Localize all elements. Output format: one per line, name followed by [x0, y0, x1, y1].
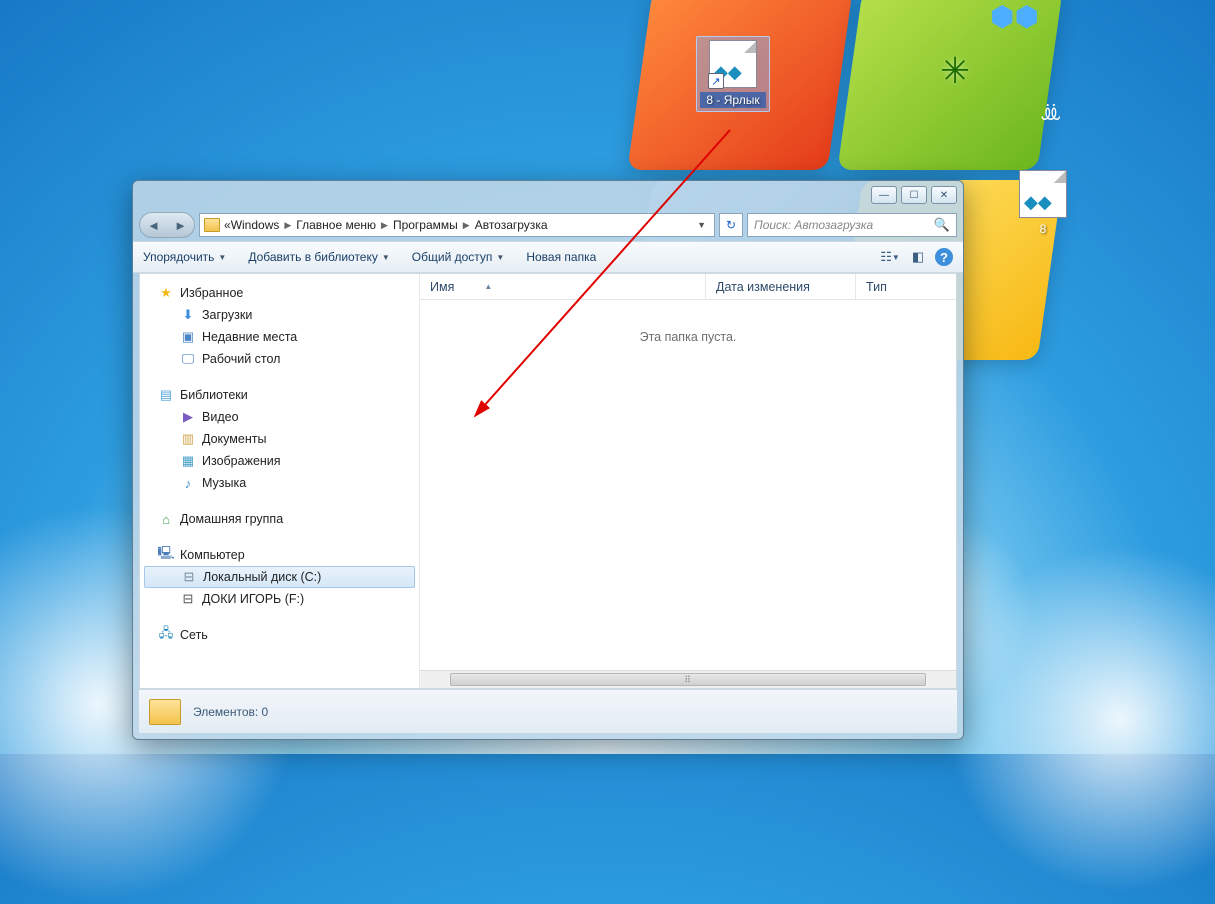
breadcrumb[interactable]: « Windows▶ Главное меню▶ Программы▶ Авто…: [199, 213, 715, 237]
desktop-icon-label: 8: [1010, 222, 1076, 236]
close-button[interactable]: ✕: [931, 186, 957, 204]
nav-item-music[interactable]: ♪Музыка: [140, 472, 419, 494]
desktop-shortcut-icon[interactable]: ◆◆ ↗ 8 - Ярлык: [696, 36, 770, 112]
breadcrumb-prefix: «: [224, 218, 231, 232]
titlebar[interactable]: — ☐ ✕: [133, 181, 963, 209]
computer-icon: 🖳: [158, 547, 174, 563]
back-icon[interactable]: ◄: [147, 218, 160, 233]
nav-item-external-disk[interactable]: ⊟ДОКИ ИГОРЬ (F:): [140, 588, 419, 610]
star-icon: ★: [158, 285, 174, 301]
maximize-button[interactable]: ☐: [901, 186, 927, 204]
status-label: Элементов:: [193, 705, 258, 719]
homegroup-icon: ⌂: [158, 511, 174, 527]
empty-folder-message: Эта папка пуста.: [420, 300, 956, 670]
folder-icon: [204, 218, 220, 232]
navigation-pane: ★Избранное ⬇Загрузки ▣Недавние места 🖵Ра…: [140, 274, 420, 688]
minimize-button[interactable]: —: [871, 186, 897, 204]
share-menu[interactable]: Общий доступ▼: [412, 250, 505, 264]
butterfly-icon: ꔣ: [1040, 100, 1062, 126]
tree-icon: ✳: [940, 50, 970, 92]
search-placeholder: Поиск: Автозагрузка: [754, 218, 873, 232]
forward-icon[interactable]: ►: [174, 218, 187, 233]
nav-libraries-header[interactable]: ▤Библиотеки: [140, 384, 419, 406]
toolbar: Упорядочить▼ Добавить в библиотеку▼ Общи…: [133, 241, 963, 273]
status-bar: Элементов: 0: [139, 689, 957, 733]
nav-item-local-disk[interactable]: ⊟Локальный диск (C:): [144, 566, 415, 588]
file-icon: ◆◆: [1019, 170, 1067, 218]
refresh-button[interactable]: ↻: [719, 213, 743, 237]
add-to-library-menu[interactable]: Добавить в библиотеку▼: [248, 250, 389, 264]
nav-item-documents[interactable]: ▥Документы: [140, 428, 419, 450]
download-icon: ⬇: [180, 307, 196, 323]
folder-icon: [149, 699, 181, 725]
desktop-file-icon[interactable]: ◆◆ 8: [1006, 166, 1080, 240]
nav-computer-header[interactable]: 🖳Компьютер: [140, 544, 419, 566]
nav-item-downloads[interactable]: ⬇Загрузки: [140, 304, 419, 326]
document-icon: ▥: [180, 431, 196, 447]
nav-favorites-header[interactable]: ★Избранное: [140, 282, 419, 304]
help-button[interactable]: ?: [935, 248, 953, 266]
nav-item-video[interactable]: ▶Видео: [140, 406, 419, 428]
search-icon: 🔍: [934, 217, 950, 233]
video-icon: ▶: [180, 409, 196, 425]
desktop-icon: 🖵: [180, 351, 196, 367]
nav-item-desktop[interactable]: 🖵Рабочий стол: [140, 348, 419, 370]
breadcrumb-dropdown-icon[interactable]: ▼: [693, 220, 710, 230]
library-icon: ▤: [158, 387, 174, 403]
breadcrumb-item[interactable]: Windows: [231, 218, 280, 232]
explorer-window: — ☐ ✕ ◄ ► « Windows▶ Главное меню▶ Прогр…: [132, 180, 964, 740]
status-count: 0: [262, 705, 269, 719]
content-pane[interactable]: Имя▲ Дата изменения Тип Эта папка пуста.…: [420, 274, 956, 688]
view-options-button[interactable]: ☷ ▼: [879, 246, 901, 268]
desktop-icon-label: 8 - Ярлык: [700, 92, 766, 108]
nav-network-header[interactable]: 🖧Сеть: [140, 624, 419, 646]
disk-icon: ⊟: [180, 591, 196, 607]
breadcrumb-item[interactable]: Программы: [393, 218, 458, 232]
column-date[interactable]: Дата изменения: [706, 274, 856, 299]
nav-item-pictures[interactable]: ▦Изображения: [140, 450, 419, 472]
hexagon-icon: ⬢⬢: [990, 0, 1039, 33]
organize-menu[interactable]: Упорядочить▼: [143, 250, 226, 264]
nav-homegroup-header[interactable]: ⌂Домашняя группа: [140, 508, 419, 530]
column-headers: Имя▲ Дата изменения Тип: [420, 274, 956, 300]
network-icon: 🖧: [158, 627, 174, 643]
music-icon: ♪: [180, 475, 196, 491]
file-icon: ◆◆ ↗: [709, 40, 757, 88]
new-folder-button[interactable]: Новая папка: [526, 250, 596, 264]
horizontal-scrollbar[interactable]: ⠿: [420, 670, 956, 688]
sort-indicator-icon: ▲: [484, 282, 492, 291]
disk-icon: ⊟: [181, 569, 197, 585]
column-name[interactable]: Имя▲: [420, 274, 706, 299]
search-input[interactable]: Поиск: Автозагрузка 🔍: [747, 213, 957, 237]
nav-item-recent[interactable]: ▣Недавние места: [140, 326, 419, 348]
preview-pane-button[interactable]: ◧: [907, 246, 929, 268]
column-type[interactable]: Тип: [856, 274, 956, 299]
address-bar: ◄ ► « Windows▶ Главное меню▶ Программы▶ …: [133, 209, 963, 241]
recent-icon: ▣: [180, 329, 196, 345]
nav-back-forward[interactable]: ◄ ►: [139, 212, 195, 238]
image-icon: ▦: [180, 453, 196, 469]
shortcut-overlay-icon: ↗: [708, 73, 724, 89]
breadcrumb-item[interactable]: Главное меню: [296, 218, 376, 232]
breadcrumb-item[interactable]: Автозагрузка: [475, 218, 548, 232]
